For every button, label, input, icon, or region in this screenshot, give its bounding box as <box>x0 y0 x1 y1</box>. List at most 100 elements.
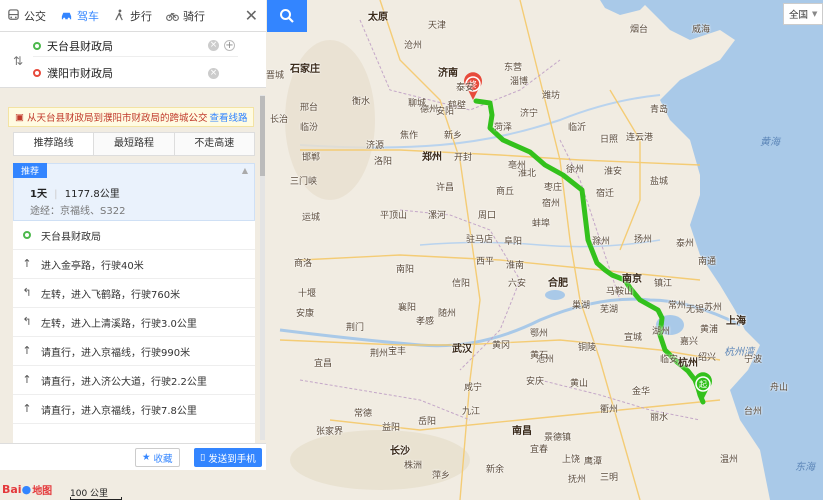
notice-text: 从天台县财政局到濮阳市财政局的跨城公交 <box>26 113 208 124</box>
route-via: 途经：京福线、S322 <box>30 206 126 217</box>
city-label: 太原 <box>368 12 388 23</box>
paw-icon: ● <box>21 483 32 496</box>
city-label: 商洛 <box>294 259 313 269</box>
city-label: 许昌 <box>436 183 455 193</box>
logo-mark: Bai <box>2 483 22 496</box>
city-label: 鹤壁 <box>448 101 467 111</box>
search-button[interactable] <box>267 0 307 32</box>
mode-bus[interactable]: 公交 <box>0 0 53 32</box>
recommended-route-card[interactable]: 推荐 ▲ 1天 | 1177.8公里 途经：京福线、S322 <box>13 163 255 221</box>
step-item[interactable]: ↑ 请直行，进入济公大道，行驶2.2公里 <box>13 366 255 395</box>
city-label: 合肥 <box>548 278 568 289</box>
city-label: 张家界 <box>316 427 344 437</box>
favorite-button[interactable]: ★ 收藏 <box>135 448 180 467</box>
tab-no-highway[interactable]: 不走高速 <box>174 133 254 155</box>
city-select-dropdown[interactable]: 全国 ▼ <box>783 3 823 25</box>
step-item[interactable]: 天台县财政局 <box>13 221 255 250</box>
step-item[interactable]: ↑ 请直行，进入京福线，行驶990米 <box>13 337 255 366</box>
city-label: 滁州 <box>592 237 611 247</box>
city-label: 绍兴 <box>698 353 717 363</box>
city-label: 鄂州 <box>530 329 549 339</box>
city-label: 株洲 <box>404 461 423 471</box>
city-label: 徐州 <box>566 165 585 175</box>
city-label: 商丘 <box>496 187 515 197</box>
city-label: 三门峡 <box>290 177 318 187</box>
city-label: 青岛 <box>650 105 669 115</box>
city-label: 晋城 <box>266 71 285 81</box>
city-label: 无锡 <box>686 305 705 315</box>
city-label: 平顶山 <box>380 211 408 221</box>
city-label: 抚州 <box>568 475 587 485</box>
turn-left-icon: ↰ <box>22 286 32 299</box>
tab-shortest[interactable]: 最短路程 <box>94 133 175 155</box>
city-label: 蚌埠 <box>532 219 551 229</box>
city-label: 舟山 <box>770 383 789 393</box>
city-label: 巢湖 <box>572 301 591 311</box>
clear-origin-icon[interactable]: × <box>208 40 219 51</box>
city-label: 黄浦 <box>700 325 719 335</box>
panel-footer: ★ 收藏 ▯ 发送到手机 <box>0 443 266 470</box>
step-item[interactable]: ↰ 左转，进入上清溪路，行驶3.0公里 <box>13 308 255 337</box>
city-label: 焦作 <box>400 131 419 141</box>
city-label: 运城 <box>302 213 321 223</box>
city-label: 常州 <box>668 301 687 311</box>
close-icon[interactable]: ✕ <box>237 0 266 32</box>
swap-icon[interactable]: ⇅ <box>13 54 23 68</box>
city-label: 南通 <box>698 257 717 267</box>
step-item[interactable]: ↑ 请直行，进入京福线，行驶7.8公里 <box>13 395 255 424</box>
turn-left-icon: ↰ <box>22 315 32 328</box>
city-label: 上饶 <box>562 455 581 465</box>
straight-arrow-icon: ↑ <box>22 344 32 357</box>
city-label: 烟台 <box>630 25 649 35</box>
city-label: 益阳 <box>382 423 401 433</box>
city-label: 临沂 <box>568 123 587 133</box>
add-waypoint-icon[interactable]: + <box>224 40 235 51</box>
mode-bike[interactable]: 骑行 <box>159 0 212 32</box>
send-to-phone-button[interactable]: ▯ 发送到手机 <box>194 448 262 467</box>
city-label: 济宁 <box>520 109 539 119</box>
city-label: 新乡 <box>444 131 463 141</box>
city-label: 济南 <box>438 68 458 79</box>
city-label: 金华 <box>632 387 651 397</box>
city-label: 开封 <box>454 153 473 163</box>
step-item[interactable]: ↰ 左转，进入飞鹤路，行驶760米 <box>13 279 255 308</box>
view-lines-link[interactable]: 查看线路 <box>210 110 248 124</box>
city-label: 宿州 <box>542 199 561 209</box>
step-item[interactable]: ↑ 进入金亭路，行驶40米 <box>13 250 255 279</box>
route-result-list: 推荐 ▲ 1天 | 1177.8公里 途经：京福线、S322 天台县财政局 ↑ … <box>13 163 255 443</box>
mode-walk[interactable]: 步行 <box>106 0 159 32</box>
collapse-icon[interactable]: ▲ <box>242 166 248 175</box>
city-label: 聊城 <box>408 99 427 109</box>
origin-dot-icon <box>33 41 41 50</box>
car-icon <box>61 12 72 20</box>
city-label: 上海 <box>726 316 746 327</box>
city-label: 镇江 <box>654 279 673 289</box>
clear-destination-icon[interactable]: × <box>208 68 219 79</box>
city-label: 温州 <box>720 455 739 465</box>
mode-car[interactable]: 驾车 <box>53 0 106 32</box>
recommend-badge: 推荐 <box>13 163 48 178</box>
city-label: 盐城 <box>650 177 669 187</box>
city-label: 九江 <box>462 407 481 417</box>
route-days: 1天 <box>30 189 47 200</box>
city-label: 宁波 <box>744 355 763 365</box>
step-text: 请直行，进入京福线，行驶990米 <box>41 347 191 359</box>
tab-recommended[interactable]: 推荐路线 <box>14 133 95 155</box>
favorite-label: 收藏 <box>153 453 173 465</box>
destination-value: 濮阳市财政局 <box>47 67 113 80</box>
city-label: 杭州 <box>678 358 698 369</box>
city-label: 临安 <box>660 355 679 365</box>
route-summary: 1天 | 1177.8公里 <box>30 189 120 200</box>
scrollbar-thumb[interactable] <box>260 96 265 176</box>
city-label: 苏州 <box>704 303 723 313</box>
city-label: 连云港 <box>626 133 654 143</box>
city-label: 沧州 <box>404 41 423 51</box>
baidu-logo: Bai ● 地图 <box>2 482 52 497</box>
city-label: 宣城 <box>624 333 643 343</box>
chevron-down-icon: ▼ <box>812 10 818 18</box>
sea-label: 东海 <box>795 462 815 473</box>
step-text: 请直行，进入济公大道，行驶2.2公里 <box>41 376 207 388</box>
city-label: 衡水 <box>352 97 371 107</box>
city-label: 常德 <box>354 409 373 419</box>
city-label: 天津 <box>428 21 447 31</box>
